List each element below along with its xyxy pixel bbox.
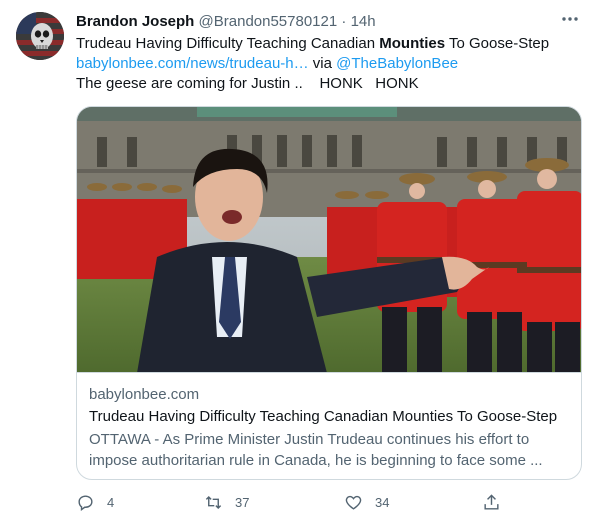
tweet-text-line-1: Trudeau Having Difficulty Teaching Canad… <box>76 34 584 54</box>
like-button[interactable]: 34 <box>344 488 389 516</box>
card-description: OTTAWA - As Prime Minister Justin Trudea… <box>89 431 543 469</box>
via-text: via <box>308 55 337 72</box>
tweet-text-line-2: babylonbee.com/news/trudeau-h… via @TheB… <box>76 54 584 74</box>
retweet-button[interactable]: 37 <box>204 488 249 516</box>
separator-dot: · <box>341 13 347 30</box>
link-card[interactable]: babylonbee.com Trudeau Having Difficulty… <box>76 106 582 480</box>
share-icon <box>484 493 499 510</box>
tweet-time[interactable]: 14h <box>351 13 376 30</box>
tweet-header: Brandon Joseph @Brandon55780121 · 14h <box>76 12 558 32</box>
tweet-text-line-3: The geese are coming for Justin .. HONK … <box>76 75 419 92</box>
author-name[interactable]: Brandon Joseph <box>76 13 194 30</box>
retweet-count: 37 <box>235 494 250 510</box>
reply-count: 4 <box>107 494 115 510</box>
tweet-text-suffix: To Goose-Step <box>445 35 550 52</box>
card-domain: babylonbee.com <box>89 386 200 403</box>
heart-icon <box>345 495 362 510</box>
card-image[interactable] <box>77 107 581 373</box>
card-title: Trudeau Having Difficulty Teaching Canad… <box>89 408 558 425</box>
retweet-icon <box>205 495 222 509</box>
tweet-actions: 4 37 34 <box>76 488 506 516</box>
card-meta: babylonbee.com Trudeau Having Difficulty… <box>89 385 569 471</box>
reply-icon <box>78 494 93 511</box>
share-button[interactable] <box>482 488 501 516</box>
reply-button[interactable]: 4 <box>76 488 114 516</box>
tweet-text-bold: Mounties <box>379 35 446 52</box>
more-horizontal-icon[interactable] <box>558 12 582 32</box>
tweet-text-prefix: Trudeau Having Difficulty Teaching Canad… <box>76 35 380 52</box>
avatar[interactable] <box>16 12 64 60</box>
tweet[interactable]: Brandon Joseph @Brandon55780121 · 14h Tr… <box>0 0 598 524</box>
article-link[interactable]: babylonbee.com/news/trudeau-h… <box>76 55 309 72</box>
tweet-text: Trudeau Having Difficulty Teaching Canad… <box>76 34 584 94</box>
like-count: 34 <box>375 494 390 510</box>
mention-link[interactable]: @TheBabylonBee <box>336 55 458 72</box>
author-handle[interactable]: @Brandon55780121 <box>199 13 338 30</box>
